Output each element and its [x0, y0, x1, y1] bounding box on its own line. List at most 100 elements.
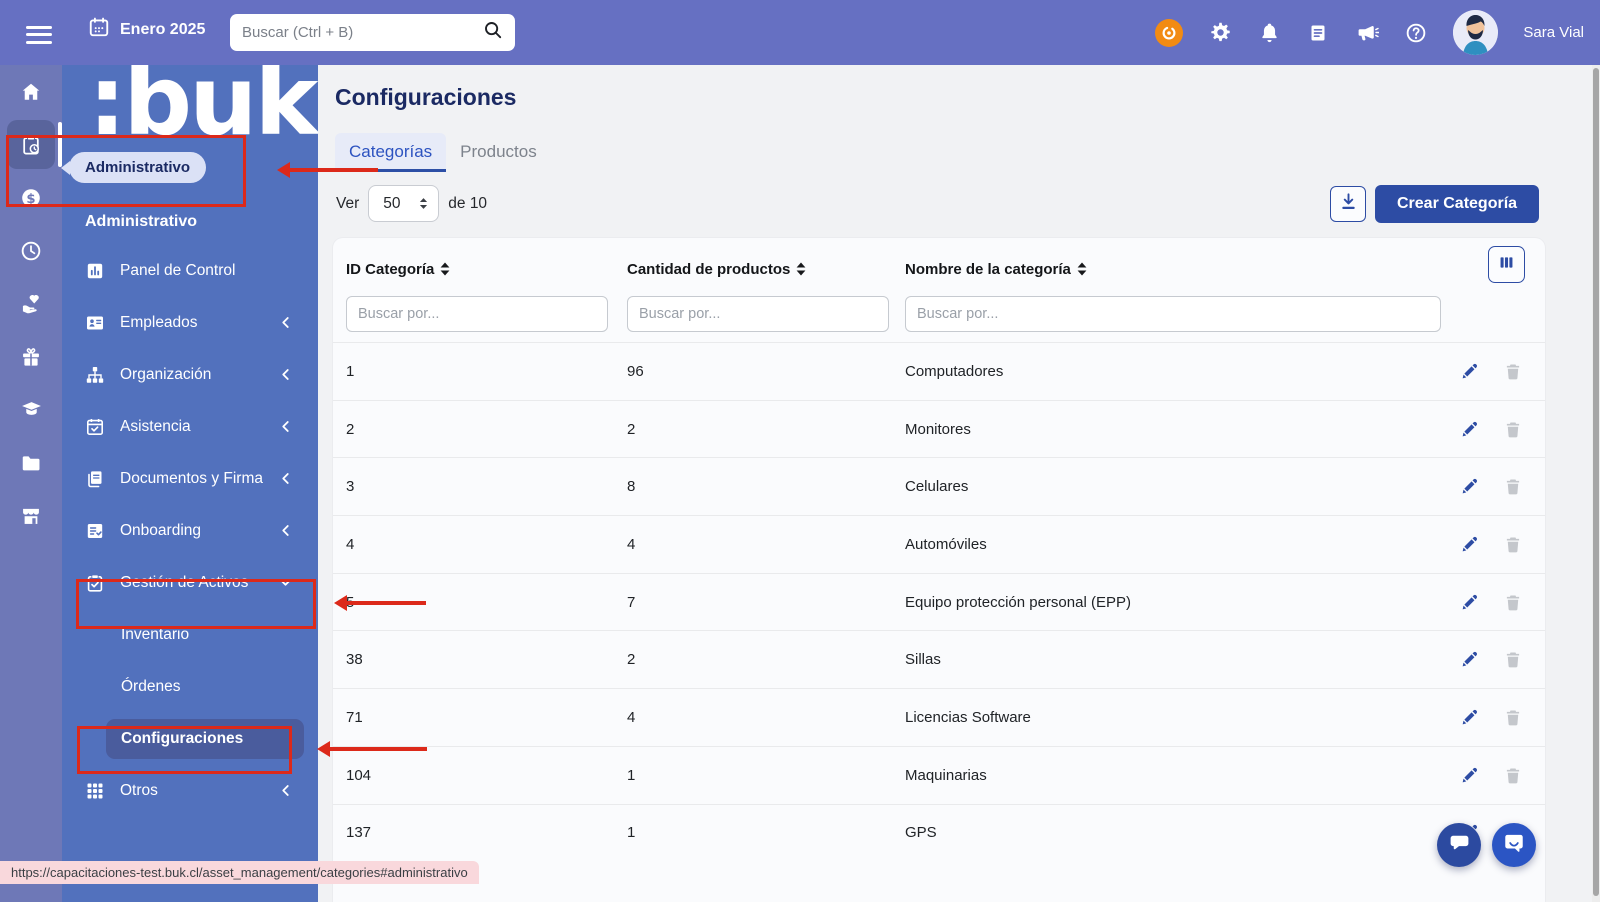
edit-icon[interactable] [1460, 766, 1479, 785]
create-category-button[interactable]: Crear Categoría [1375, 185, 1539, 223]
delete-icon[interactable] [1504, 420, 1523, 439]
page-title: Configuraciones [335, 84, 516, 111]
topbar-actions: Sara Vial [1155, 0, 1584, 65]
cell-name: Automóviles [905, 536, 1417, 553]
support-icon[interactable] [1155, 19, 1183, 47]
sidebar-item-documentos-y-firma[interactable]: Documentos y Firma [62, 453, 318, 505]
table-filter-row [333, 286, 1545, 342]
chevron-left-icon [278, 471, 294, 487]
bell-icon[interactable] [1257, 21, 1281, 45]
search-input[interactable] [242, 24, 483, 41]
news-icon[interactable] [1306, 21, 1330, 45]
rail-item-folder-icon[interactable] [0, 436, 62, 489]
cell-count: 96 [627, 363, 905, 380]
rail-item-clock-icon[interactable] [0, 224, 62, 277]
edit-icon[interactable] [1460, 708, 1479, 727]
chevron-left-icon [278, 419, 294, 435]
cell-count: 1 [627, 767, 905, 784]
table-row: 382Sillas [333, 630, 1545, 688]
scrollbar-track[interactable] [1592, 65, 1600, 902]
edit-icon[interactable] [1460, 593, 1479, 612]
attendance-calendar-icon [85, 417, 105, 437]
support-chat-button[interactable] [1492, 823, 1536, 867]
avatar[interactable] [1453, 10, 1498, 55]
user-name[interactable]: Sara Vial [1523, 24, 1584, 41]
column-header-name[interactable]: Nombre de la categoría [905, 261, 1417, 278]
hamburger-menu-icon[interactable] [26, 21, 52, 43]
delete-icon[interactable] [1504, 535, 1523, 554]
table-row: 1371GPS [333, 804, 1545, 862]
edit-icon[interactable] [1460, 362, 1479, 381]
table-row: 714Licencias Software [333, 688, 1545, 746]
period-selector[interactable]: Enero 2025 [88, 16, 205, 43]
delete-icon[interactable] [1504, 477, 1523, 496]
chat-widget-button[interactable] [1437, 823, 1481, 867]
panel-chart-icon [85, 261, 105, 281]
buk-logo: :buk: [88, 65, 318, 157]
delete-icon[interactable] [1504, 708, 1523, 727]
sidebar-item-gesti-n-de-activos[interactable]: Gestión de Activos [62, 557, 318, 609]
cell-id: 1 [346, 363, 627, 380]
table-row: 1041Maquinarias [333, 746, 1545, 804]
delete-icon[interactable] [1504, 650, 1523, 669]
search-icon[interactable] [483, 20, 503, 45]
rail-item-asset-clipboard-clock-icon[interactable] [0, 118, 62, 171]
rail-item-dollar-icon[interactable]: $ [0, 171, 62, 224]
module-rail: $ [0, 65, 62, 902]
help-icon[interactable] [1404, 21, 1428, 45]
column-header-count[interactable]: Cantidad de productos [627, 261, 905, 278]
edit-icon[interactable] [1460, 420, 1479, 439]
cell-count: 4 [627, 709, 905, 726]
delete-icon[interactable] [1504, 766, 1523, 785]
table-row: 22Monitores [333, 400, 1545, 458]
page-size-select[interactable]: 50 [368, 185, 439, 222]
rail-item-gift-icon[interactable] [0, 330, 62, 383]
sidebar-subitem-configuraciones[interactable]: Configuraciones [62, 713, 318, 765]
edit-icon[interactable] [1460, 477, 1479, 496]
cell-name: Computadores [905, 363, 1417, 380]
chevron-down-icon [278, 575, 294, 591]
chevron-left-icon [278, 523, 294, 539]
edit-icon[interactable] [1460, 650, 1479, 669]
column-header-id[interactable]: ID Categoría [346, 261, 627, 278]
table-row: 57Equipo protección personal (EPP) [333, 573, 1545, 631]
sidebar-item-otros[interactable]: Otros [62, 765, 318, 817]
cell-id: 2 [346, 421, 627, 438]
sidebar-item-panel-de-control[interactable]: Panel de Control [62, 245, 318, 297]
sidebar-item-onboarding[interactable]: Onboarding [62, 505, 318, 557]
rail-item-home-icon[interactable] [0, 65, 62, 118]
filter-input-name[interactable] [905, 296, 1441, 332]
rail-item-graduation-cap-icon[interactable] [0, 383, 62, 436]
global-search [230, 14, 515, 51]
delete-icon[interactable] [1504, 362, 1523, 381]
filter-input-count[interactable] [627, 296, 889, 332]
scrollbar-thumb[interactable] [1593, 68, 1599, 896]
edit-icon[interactable] [1460, 535, 1479, 554]
download-button[interactable] [1330, 186, 1366, 222]
sidebar-subitem-inventario[interactable]: Inventario [62, 609, 318, 661]
filter-input-id[interactable] [346, 296, 608, 332]
column-settings-button[interactable] [1488, 246, 1525, 283]
sidebar-item-empleados[interactable]: Empleados [62, 297, 318, 349]
chevron-left-icon [278, 783, 294, 799]
stepper-icon [419, 197, 428, 210]
delete-icon[interactable] [1504, 593, 1523, 612]
rail-item-store-icon[interactable] [0, 489, 62, 542]
sidebar-item-asistencia[interactable]: Asistencia [62, 401, 318, 453]
page-size-prefix: Ver [336, 195, 359, 213]
cell-name: GPS [905, 824, 1417, 841]
svg-text:$: $ [26, 191, 35, 206]
sidebar-section-label: Administrativo [62, 213, 318, 245]
tab-categorias[interactable]: Categorías [335, 133, 446, 172]
page-size-control: Ver 50 de 10 [336, 185, 487, 222]
rail-item-hand-heart-icon[interactable] [0, 277, 62, 330]
sidebar-item-organizaci-n[interactable]: Organización [62, 349, 318, 401]
sidebar: :buk: Administrativo Panel de ControlEmp… [62, 65, 318, 902]
gear-icon[interactable] [1208, 21, 1232, 45]
cell-count: 7 [627, 594, 905, 611]
tab-productos[interactable]: Productos [446, 133, 551, 172]
documents-sign-icon [85, 469, 105, 489]
download-icon [1339, 192, 1358, 216]
sidebar-subitem--rdenes[interactable]: Órdenes [62, 661, 318, 713]
megaphone-icon[interactable] [1355, 21, 1379, 45]
